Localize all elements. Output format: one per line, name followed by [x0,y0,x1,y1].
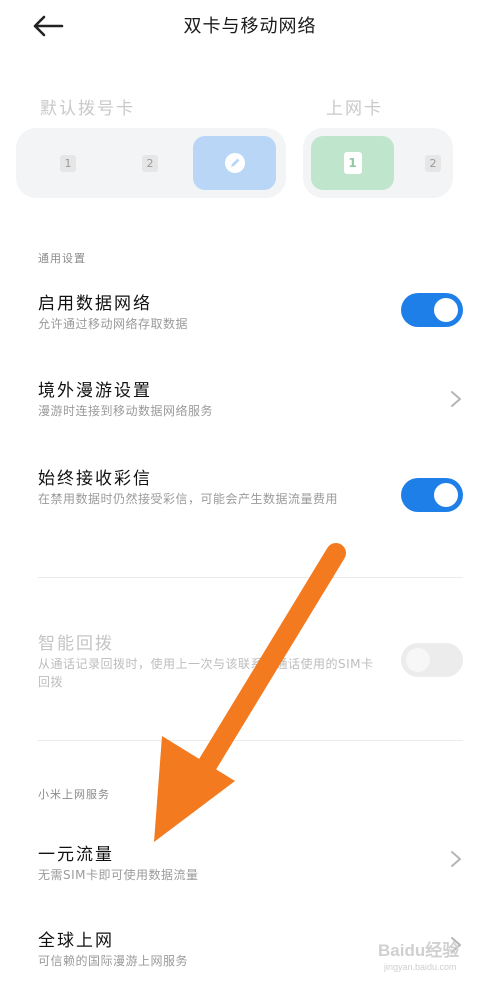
sim-1-icon: 1 [343,152,362,174]
toggle-knob [434,483,458,507]
mms-toggle[interactable] [401,478,463,512]
page-title: 双卡与移动网络 [183,16,317,37]
smart-redial-toggle[interactable] [401,643,463,677]
xiaomi-services-header: 小米上网服务 [38,788,110,801]
baidu-logo: Baidu经验 [378,941,460,960]
smart-redial-title: 智能回拨 [38,634,114,654]
data-sim-1-option-selected[interactable]: 1 [311,136,394,190]
enable-data-title: 启用数据网络 [38,294,152,314]
watermark-url: jingyan.baidu.com [384,962,457,972]
roaming-title: 境外漫游设置 [38,381,152,401]
chevron-right-icon [451,391,461,407]
dial-sim-2-option[interactable]: 2 [142,155,158,172]
divider [38,740,463,741]
data-card-label: 上网卡 [326,99,383,119]
enable-data-subtitle: 允许通过移动网络存取数据 [38,317,189,331]
global-title: 全球上网 [38,931,114,951]
dial-sim-1-option[interactable]: 1 [60,155,76,172]
chevron-right-icon [451,851,461,867]
data-sim-2-option[interactable]: 2 [425,155,441,172]
one-yuan-title: 一元流量 [38,845,114,865]
global-subtitle: 可信赖的国际漫游上网服务 [38,954,189,968]
enable-data-network-row[interactable]: 启用数据网络 允许通过移动网络存取数据 [0,285,500,345]
default-dial-card-selector: 1 2 [16,128,286,198]
pencil-icon [224,153,245,173]
roaming-settings-row[interactable]: 境外漫游设置 漫游时连接到移动数据网络服务 [0,372,500,432]
roaming-subtitle: 漫游时连接到移动数据网络服务 [38,404,214,418]
toggle-knob [406,648,430,672]
enable-data-toggle[interactable] [401,293,463,327]
one-yuan-data-row[interactable]: 一元流量 无需SIM卡即可使用数据流量 [0,836,500,896]
default-dial-card-label: 默认拨号卡 [40,99,135,119]
dial-smart-option-selected[interactable] [193,136,276,190]
mms-subtitle: 在禁用数据时仍然接受彩信，可能会产生数据流量费用 [38,492,339,506]
smart-redial-row[interactable]: 智能回拨 从通话记录回拨时，使用上一次与该联系人通话使用的SIM卡回拨 [0,625,500,695]
general-settings-header: 通用设置 [38,252,86,265]
smart-redial-subtitle: 从通话记录回拨时，使用上一次与该联系人通话使用的SIM卡回拨 [38,657,374,689]
always-receive-mms-row[interactable]: 始终接收彩信 在禁用数据时仍然接受彩信，可能会产生数据流量费用 [0,460,500,534]
mms-title: 始终接收彩信 [38,469,152,489]
baidu-watermark: Baidu经验 jingyan.baidu.com [378,930,486,980]
data-card-selector: 1 2 [303,128,453,198]
one-yuan-subtitle: 无需SIM卡即可使用数据流量 [38,868,199,882]
divider [38,577,463,578]
toggle-knob [434,298,458,322]
